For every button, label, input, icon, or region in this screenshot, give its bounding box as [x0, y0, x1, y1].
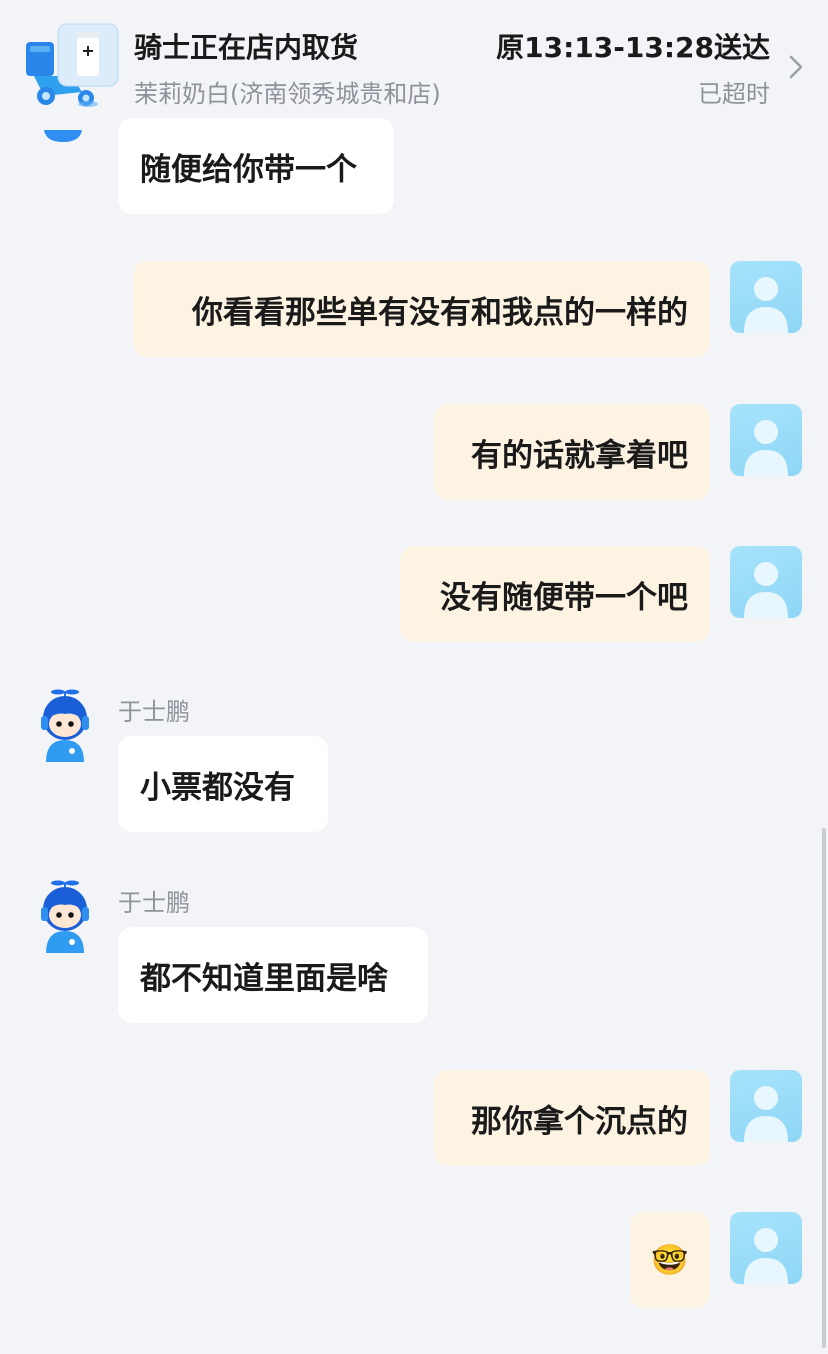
- message-bubble-received[interactable]: 小票都没有: [118, 736, 328, 832]
- message-text: 随便给你带一个: [140, 151, 357, 188]
- message-bubble-received[interactable]: 随便给你带一个: [118, 118, 394, 214]
- default-avatar-icon: [744, 420, 788, 476]
- user-avatar[interactable]: [730, 1070, 802, 1142]
- scrollbar-thumb[interactable]: [822, 828, 826, 1348]
- rider-avatar[interactable]: [28, 688, 102, 762]
- message-text: 都不知道里面是啥: [140, 960, 388, 997]
- delivery-status-title: 骑士正在店内取货: [134, 31, 359, 64]
- chevron-right-icon[interactable]: [786, 52, 806, 82]
- rider-scooter-icon: [26, 23, 119, 107]
- message-text: 那你拿个沉点的: [471, 1103, 688, 1140]
- user-avatar[interactable]: [730, 546, 802, 618]
- default-avatar-icon: [744, 1086, 788, 1142]
- message-bubble-sent[interactable]: 🤓: [630, 1212, 710, 1308]
- message-text: 没有随便带一个吧: [440, 579, 688, 616]
- default-avatar-icon: [744, 562, 788, 618]
- message-bubble-received[interactable]: 都不知道里面是啥: [118, 927, 428, 1023]
- message-bubble-sent[interactable]: 没有随便带一个吧: [400, 546, 710, 642]
- sender-name: 于士鹏: [118, 889, 190, 917]
- message-bubble-sent[interactable]: 那你拿个沉点的: [434, 1070, 710, 1166]
- order-status-header[interactable]: 骑士正在店内取货 茉莉奶白(济南领秀城贵和店) 原13:13-13:28送达 已…: [0, 0, 828, 130]
- store-name: 茉莉奶白(济南领秀城贵和店): [134, 80, 441, 108]
- rider-avatar-partial: [44, 130, 82, 142]
- sender-name: 于士鹏: [118, 698, 190, 726]
- default-avatar-icon: [744, 1228, 788, 1284]
- message-text: 你看看那些单有没有和我点的一样的: [192, 294, 688, 331]
- default-avatar-icon: [744, 277, 788, 333]
- message-text: 小票都没有: [140, 769, 295, 806]
- user-avatar[interactable]: [730, 404, 802, 476]
- delivery-eta: 原13:13-13:28送达: [496, 31, 770, 64]
- message-bubble-sent[interactable]: 你看看那些单有没有和我点的一样的: [133, 261, 710, 357]
- nerd-face-emoji: 🤓: [651, 1242, 689, 1278]
- timeout-status: 已超时: [698, 80, 770, 108]
- rider-avatar[interactable]: [28, 879, 102, 953]
- message-text: 有的话就拿着吧: [471, 437, 688, 474]
- message-bubble-sent[interactable]: 有的话就拿着吧: [434, 404, 710, 500]
- user-avatar[interactable]: [730, 1212, 802, 1284]
- user-avatar[interactable]: [730, 261, 802, 333]
